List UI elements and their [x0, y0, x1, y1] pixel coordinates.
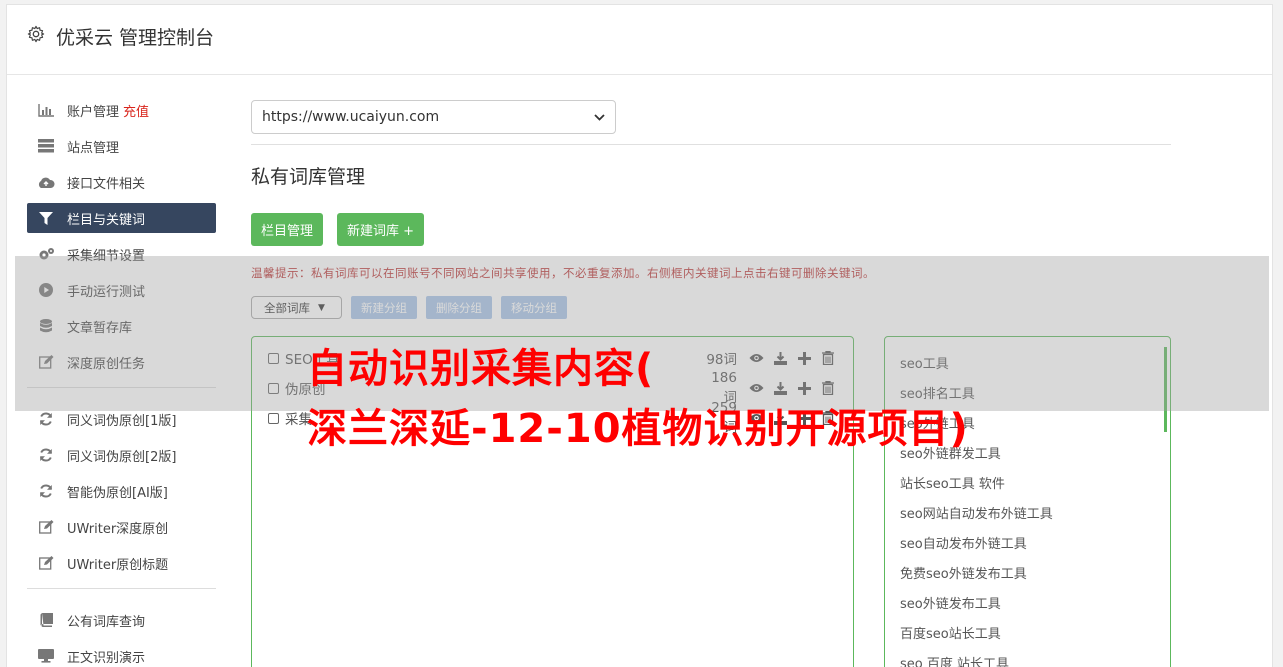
book-icon	[37, 613, 55, 627]
sidebar-item-label: 栏目与关键词	[67, 212, 146, 228]
keyword-item[interactable]: seo网站自动发布外链工具	[885, 497, 1170, 527]
sidebar-item-body-recognition[interactable]: 正文识别演示	[27, 641, 216, 667]
sidebar-item-label: 同义词伪原创[2版]	[67, 449, 177, 465]
sidebar-item-interface-files[interactable]: 接口文件相关	[27, 167, 216, 197]
sidebar-item-label: 正文识别演示	[67, 650, 146, 666]
keyword-item[interactable]: seo自动发布外链工具	[885, 527, 1170, 557]
edit-icon	[37, 556, 55, 570]
sidebar-divider	[27, 588, 216, 589]
page-title: 优采云 管理控制台	[56, 27, 215, 49]
keyword-item[interactable]: 站长seo工具 软件	[885, 467, 1170, 497]
section-title: 私有词库管理	[251, 166, 366, 188]
sidebar-item-sites[interactable]: 站点管理	[27, 131, 216, 161]
keyword-item[interactable]: 百度seo站长工具	[885, 617, 1170, 647]
server-icon	[37, 139, 55, 153]
refresh-icon	[37, 412, 55, 426]
monitor-icon	[37, 649, 55, 663]
filter-icon	[37, 211, 55, 225]
new-library-button[interactable]: 新建词库 +	[337, 213, 425, 246]
sidebar-item-label: UWriter原创标题	[67, 557, 169, 573]
sidebar-item-label: 同义词伪原创[1版]	[67, 413, 177, 429]
sidebar-item-label: 账户管理	[67, 104, 120, 120]
edit-icon	[37, 520, 55, 534]
sidebar-item-account[interactable]: 账户管理 充值	[27, 95, 216, 125]
action-buttons: 栏目管理 新建词库 +	[251, 213, 1171, 246]
sidebar-item-uwriter-deep[interactable]: UWriter深度原创	[27, 512, 216, 542]
keyword-item[interactable]: seo 百度 站长工具	[885, 647, 1170, 667]
keyword-item[interactable]: seo外链发布工具	[885, 587, 1170, 617]
group-checkbox[interactable]	[268, 412, 279, 424]
sidebar-item-label: 公有词库查询	[67, 614, 146, 630]
sidebar-item-public-library[interactable]: 公有词库查询	[27, 605, 216, 635]
cloud-upload-icon	[37, 175, 55, 189]
gear-icon	[27, 25, 45, 43]
top-bar: 优采云 管理控制台	[7, 5, 1272, 75]
sidebar-item-ai-rewrite[interactable]: 智能伪原创[AI版]	[27, 476, 216, 506]
sidebar-item-synonym-v2[interactable]: 同义词伪原创[2版]	[27, 440, 216, 470]
keyword-item[interactable]: 免费seo外链发布工具	[885, 557, 1170, 587]
column-manage-button[interactable]: 栏目管理	[251, 213, 324, 246]
sidebar-item-label: UWriter深度原创	[67, 521, 169, 537]
chevron-down-icon	[594, 113, 605, 121]
sidebar-item-columns-keywords[interactable]: 栏目与关键词	[27, 203, 216, 233]
refresh-icon	[37, 484, 55, 498]
site-select-value: https://www.ucaiyun.com	[262, 109, 440, 125]
sidebar-item-uwriter-title[interactable]: UWriter原创标题	[27, 548, 216, 578]
divider	[251, 144, 1171, 145]
sidebar-item-label: 站点管理	[67, 140, 120, 156]
refresh-icon	[37, 448, 55, 462]
site-select[interactable]: https://www.ucaiyun.com	[251, 100, 616, 134]
bar-chart-icon	[37, 103, 55, 117]
watermark-line-1: 自动识别采集内容(	[307, 346, 655, 392]
recharge-link[interactable]: 充值	[123, 101, 149, 120]
sidebar-item-label: 接口文件相关	[67, 176, 146, 192]
sidebar-item-label: 智能伪原创[AI版]	[67, 485, 168, 501]
watermark-line-2: 深兰深延-12-10植物识别开源项目)	[307, 406, 969, 452]
